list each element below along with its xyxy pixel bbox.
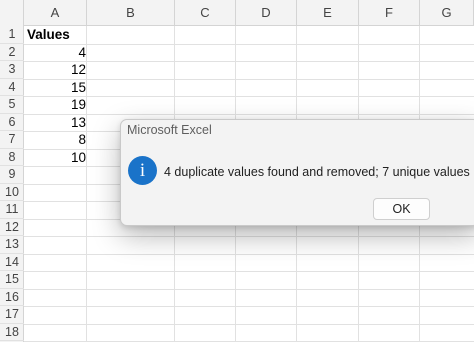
column-header-c[interactable]: C [175,0,236,26]
row-header[interactable]: 9 [0,166,24,184]
gridline [24,78,474,80]
gridline [24,323,474,325]
row-header[interactable]: 17 [0,306,24,324]
ok-button[interactable]: OK [373,198,430,220]
column-header-g[interactable]: G [420,0,474,26]
row-header[interactable]: 18 [0,324,24,341]
row-header[interactable]: 10 [0,184,24,201]
gridline [24,96,474,97]
row-header[interactable]: 15 [0,271,24,289]
row-header[interactable]: 5 [0,96,24,114]
select-all-corner[interactable] [0,0,24,26]
gridline [24,113,474,115]
row-header[interactable]: 4 [0,79,24,96]
row-header[interactable]: 3 [0,61,24,79]
gridline [24,306,474,307]
cell-a4[interactable]: 15 [24,79,86,97]
row-header[interactable]: 13 [0,236,24,254]
row-header-column: 1 2 3 4 5 6 7 8 9 10 11 12 13 14 15 16 1… [0,26,24,342]
cell-a5[interactable]: 19 [24,96,86,114]
column-header-d[interactable]: D [236,0,297,26]
cell-a7[interactable]: 8 [24,131,86,149]
dialog-title: Microsoft Excel [127,123,212,137]
row-header[interactable]: 2 [0,44,24,61]
cell-a2[interactable]: 4 [24,44,86,62]
dialog-message: 4 duplicate values found and removed; 7 … [164,165,474,179]
row-header[interactable]: 7 [0,131,24,149]
cell-a3[interactable]: 12 [24,61,86,79]
row-header[interactable]: 16 [0,289,24,306]
row-header[interactable]: 11 [0,201,24,219]
gridline [24,271,474,272]
column-header-f[interactable]: F [359,0,420,26]
info-icon: i [128,156,157,185]
gridline [24,288,474,290]
gridline [24,253,474,255]
gridline [24,61,474,62]
message-dialog: Microsoft Excel i 4 duplicate values fou… [120,119,474,226]
cell-a6[interactable]: 13 [24,114,86,132]
row-header[interactable]: 12 [0,219,24,236]
cell-a1[interactable]: Values [27,26,87,44]
row-header[interactable]: 8 [0,149,24,166]
column-header-b[interactable]: B [87,0,175,26]
column-header-row: A B C D E F G [0,0,474,26]
column-header-a[interactable]: A [24,0,87,26]
row-header[interactable]: 14 [0,254,24,271]
column-header-e[interactable]: E [297,0,359,26]
gridline [24,43,474,45]
cell-a8[interactable]: 10 [24,149,86,167]
row-header[interactable]: 6 [0,114,24,131]
gridline [24,236,474,237]
row-header[interactable]: 1 [0,26,24,44]
